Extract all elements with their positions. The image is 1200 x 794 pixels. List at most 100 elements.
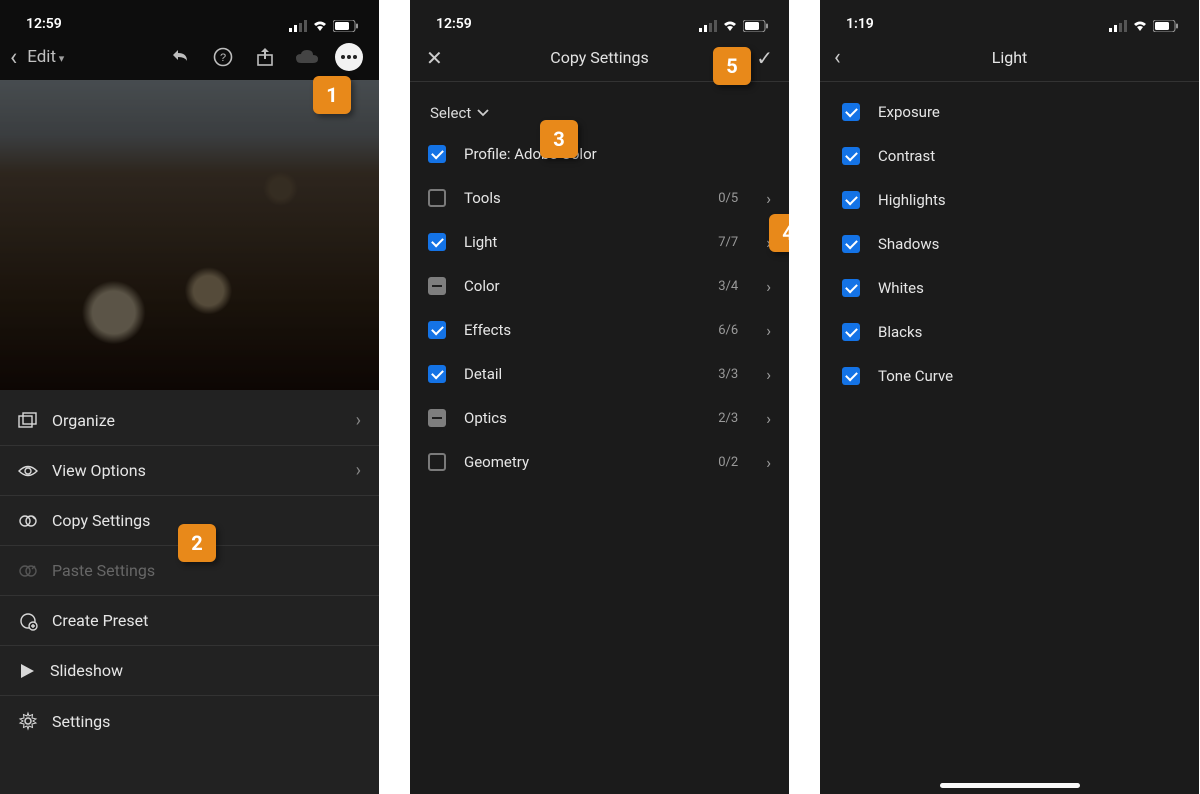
checkbox[interactable] [842,367,860,385]
setting-label: Detail [464,365,700,383]
status-icons [699,20,769,32]
signal-icon [289,20,307,32]
light-label: Blacks [878,323,922,341]
menu-settings[interactable]: Settings [0,696,379,746]
signal-icon [1109,20,1127,32]
battery-icon [1153,20,1179,32]
checkbox[interactable] [428,233,446,251]
organize-icon [18,412,38,430]
header-title: Copy Settings [450,48,749,67]
setting-tools[interactable]: Tools 0/5 › [410,176,789,220]
status-bar: 12:59 [0,0,379,34]
callout-2: 2 [178,524,216,562]
checkbox[interactable] [842,235,860,253]
light-exposure[interactable]: Exposure [820,90,1199,134]
undo-button[interactable] [165,41,197,73]
setting-label: Optics [464,409,700,427]
back-button[interactable]: ‹ [834,45,864,70]
checkbox[interactable] [842,191,860,209]
paste-icon [18,561,38,581]
setting-color[interactable]: Color 3/4 › [410,264,789,308]
checkbox[interactable] [428,145,446,163]
chevron-right-icon: › [356,460,361,481]
checkbox[interactable] [428,277,446,295]
select-dropdown[interactable]: Select [410,82,789,132]
confirm-button[interactable]: ✓ [749,46,773,70]
close-button[interactable]: ✕ [426,46,450,70]
setting-label: Geometry [464,453,700,471]
wifi-icon [1132,20,1148,32]
wifi-icon [722,20,738,32]
battery-icon [333,20,359,32]
light-settings-list: Exposure Contrast Highlights Shadows Whi… [820,82,1199,398]
setting-geometry[interactable]: Geometry 0/2 › [410,440,789,484]
light-label: Whites [878,279,924,297]
chevron-right-icon: › [766,453,771,472]
status-bar: 12:59 [410,0,789,34]
menu-label: View Options [52,461,146,480]
home-indicator[interactable] [940,783,1080,788]
select-label: Select [430,104,471,122]
checkbox[interactable] [842,279,860,297]
cloud-icon [295,49,319,65]
light-highlights[interactable]: Highlights [820,178,1199,222]
menu-label: Copy Settings [52,511,150,530]
help-button[interactable]: ? [207,41,239,73]
cloud-button[interactable] [291,41,323,73]
menu-organize[interactable]: Organize › [0,396,379,446]
menu-view-options[interactable]: View Options › [0,446,379,496]
checkbox[interactable] [428,321,446,339]
light-tone-curve[interactable]: Tone Curve [820,354,1199,398]
checkbox[interactable] [428,453,446,471]
wifi-icon [312,20,328,32]
setting-label: Color [464,277,700,295]
screen-edit-menu: 12:59 ‹ Edit ? 1 Organize [0,0,379,794]
setting-optics[interactable]: Optics 2/3 › [410,396,789,440]
chevron-right-icon: › [766,365,771,384]
setting-light[interactable]: Light 7/7 › [410,220,789,264]
setting-detail[interactable]: Detail 3/3 › [410,352,789,396]
checkbox[interactable] [842,147,860,165]
light-label: Highlights [878,191,946,209]
setting-label: Tools [464,189,700,207]
setting-count: 2/3 [718,411,738,426]
checkbox[interactable] [842,103,860,121]
screen-copy-settings: 12:59 ✕ Copy Settings ✓ 5 Select 3 Profi… [410,0,789,794]
back-button[interactable]: ‹ [10,43,17,71]
light-blacks[interactable]: Blacks [820,310,1199,354]
light-whites[interactable]: Whites [820,266,1199,310]
setting-count: 7/7 [718,235,738,250]
photo-preview [0,80,379,390]
checkbox[interactable] [428,189,446,207]
more-icon [335,43,363,71]
checkbox[interactable] [428,365,446,383]
menu-label: Slideshow [50,661,123,680]
callout-5: 5 [713,47,751,85]
light-label: Contrast [878,147,935,165]
edit-dropdown[interactable]: Edit [27,47,64,67]
more-button[interactable] [333,41,365,73]
checkbox[interactable] [842,323,860,341]
setting-effects[interactable]: Effects 6/6 › [410,308,789,352]
share-button[interactable] [249,41,281,73]
chevron-right-icon: › [766,189,771,208]
light-label: Exposure [878,103,940,121]
chevron-right-icon: › [766,321,771,340]
menu-create-preset[interactable]: Create Preset [0,596,379,646]
light-shadows[interactable]: Shadows [820,222,1199,266]
callout-3: 3 [540,120,578,158]
settings-list: Profile: Adobe Color Tools 0/5 › Light 7… [410,132,789,484]
gear-icon [18,711,38,731]
checkbox[interactable] [428,409,446,427]
share-icon [256,47,274,67]
setting-count: 3/3 [718,367,738,382]
menu-slideshow[interactable]: Slideshow [0,646,379,696]
setting-count: 0/5 [718,191,738,206]
setting-count: 3/4 [718,279,738,294]
light-contrast[interactable]: Contrast [820,134,1199,178]
view-icon [18,464,38,478]
menu-label: Settings [52,712,110,731]
setting-profile[interactable]: Profile: Adobe Color [410,132,789,176]
status-icons [289,20,359,32]
menu-label: Create Preset [52,611,148,630]
